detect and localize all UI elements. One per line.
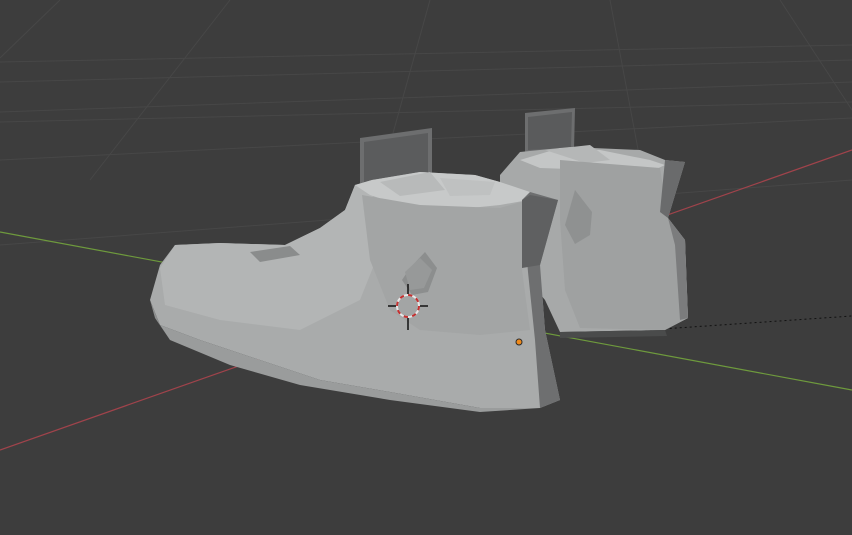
3d-viewport[interactable] [0, 0, 852, 535]
object-origin-dot[interactable] [515, 338, 523, 346]
